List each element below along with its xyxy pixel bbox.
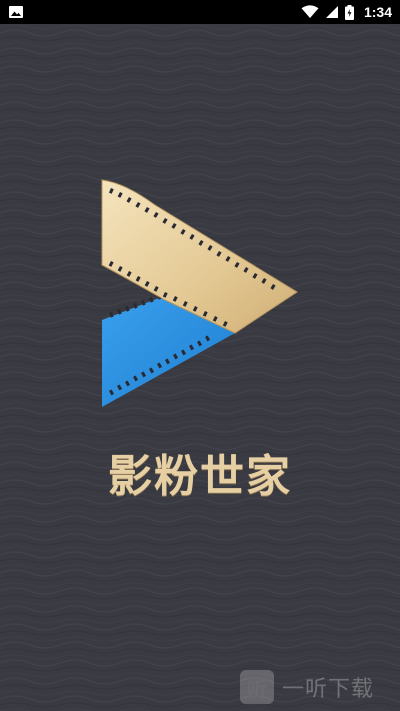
splash-screen: 1:34 影粉世家 听 一听下载 — [0, 0, 400, 711]
watermark: 听 一听下载 — [240, 670, 374, 704]
status-bar: 1:34 — [0, 0, 400, 24]
watermark-text: 一听下载 — [282, 677, 375, 702]
app-name: 影粉世家 — [108, 451, 292, 502]
signal-icon — [325, 6, 338, 18]
image-icon — [9, 6, 23, 18]
watermark-logo-icon: 听 — [240, 670, 274, 704]
film-play-logo-icon — [101, 179, 298, 407]
battery-icon — [344, 4, 354, 20]
wifi-icon — [301, 5, 319, 18]
status-time: 1:34 — [363, 4, 392, 20]
